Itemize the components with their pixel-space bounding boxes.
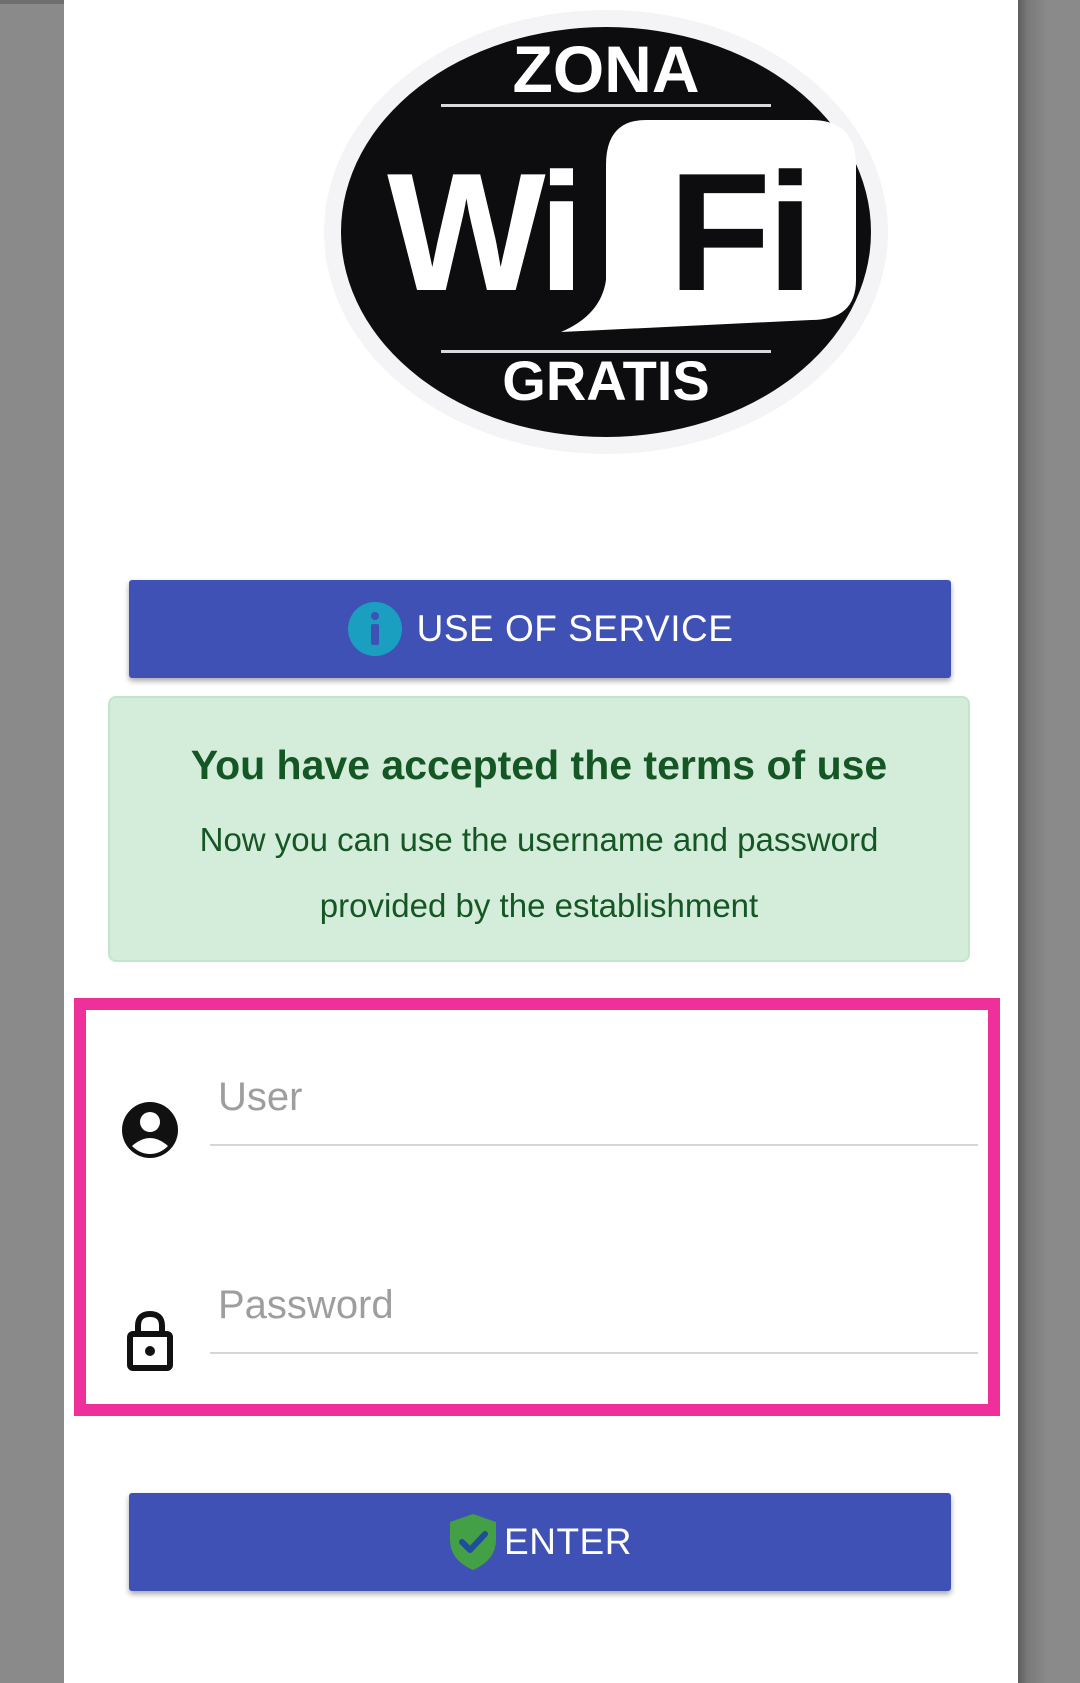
user-field-row xyxy=(86,1040,988,1190)
wifi-logo-graphic: ZONA Wi Fi GRATIS xyxy=(324,10,888,454)
account-circle-icon xyxy=(120,1100,180,1160)
logo-top-text: ZONA xyxy=(513,32,700,106)
use-of-service-button[interactable]: USE OF SERVICE xyxy=(129,580,951,678)
shield-check-icon xyxy=(448,1512,498,1572)
password-input[interactable] xyxy=(210,1258,978,1354)
terms-accepted-alert: You have accepted the terms of use Now y… xyxy=(108,696,970,962)
lock-icon xyxy=(120,1308,180,1371)
alert-body: Now you can use the username and passwor… xyxy=(199,821,879,924)
page-shadow xyxy=(1018,0,1080,1683)
login-page: ZONA Wi Fi GRATIS USE OF SERVICE You hav… xyxy=(64,0,1018,1683)
logo-fi-text: Fi xyxy=(668,138,809,326)
use-of-service-label: USE OF SERVICE xyxy=(416,608,734,649)
enter-label: ENTER xyxy=(504,1521,632,1562)
wifi-logo: ZONA Wi Fi GRATIS xyxy=(311,0,901,460)
credentials-box xyxy=(74,998,1000,1416)
logo-bottom-text: GRATIS xyxy=(502,349,709,412)
alert-title: You have accepted the terms of use xyxy=(190,742,888,788)
password-field-row xyxy=(86,1248,988,1398)
logo-wi-text: Wi xyxy=(387,138,579,326)
user-input[interactable] xyxy=(210,1050,978,1146)
enter-button[interactable]: ENTER xyxy=(129,1493,951,1591)
info-icon xyxy=(347,601,403,657)
